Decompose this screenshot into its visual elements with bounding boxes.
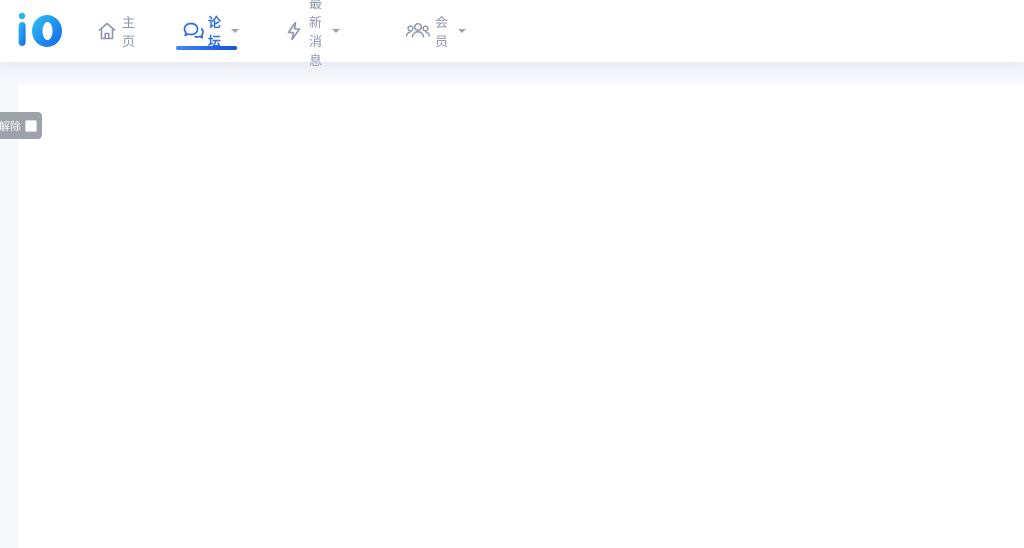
site-logo-icon[interactable] xyxy=(14,10,66,50)
main-content-area xyxy=(18,84,1024,548)
chat-bubbles-icon xyxy=(182,20,204,42)
home-icon xyxy=(96,20,118,42)
nav-item-label: 主页 xyxy=(122,16,136,50)
nav-item-home[interactable]: 主页 xyxy=(96,0,135,62)
nav-item-forum[interactable]: 论坛 xyxy=(176,0,240,62)
nav-item-label: 论坛 xyxy=(208,16,222,50)
nav-item-label: 会员 xyxy=(435,16,449,50)
lift-toggle-checkbox[interactable] xyxy=(25,119,37,132)
chevron-down-icon[interactable] xyxy=(332,27,341,35)
active-tab-indicator xyxy=(176,46,238,50)
nav-item-label: 最新消息 xyxy=(309,0,323,69)
nav-item-members[interactable]: 会员 xyxy=(405,0,467,62)
lift-toggle-label: 解除 xyxy=(0,119,21,133)
lightning-icon xyxy=(283,20,305,42)
chevron-down-icon[interactable] xyxy=(231,27,240,35)
lift-toggle-tab[interactable]: 解除 xyxy=(0,112,42,139)
nav-item-latest-news[interactable]: 最新消息 xyxy=(283,0,341,69)
top-navigation-bar: 主页 论坛 最新消息 会员 xyxy=(0,0,1024,69)
chevron-down-icon[interactable] xyxy=(458,27,467,35)
users-icon xyxy=(405,20,431,42)
